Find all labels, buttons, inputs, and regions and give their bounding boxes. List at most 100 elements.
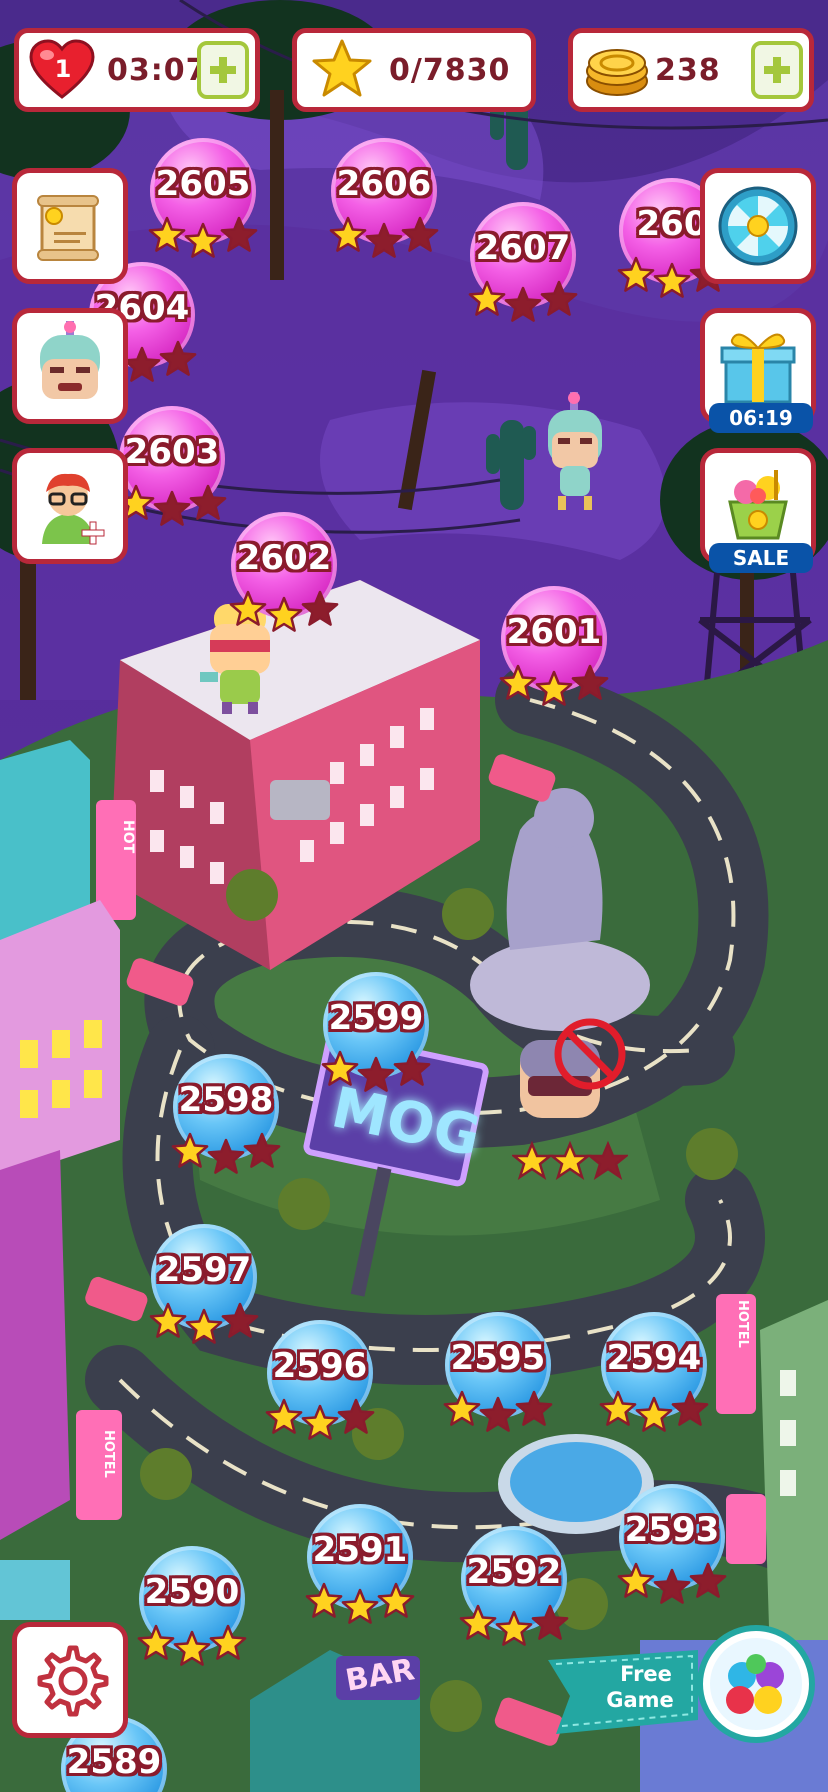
empty-star-icon	[671, 1390, 709, 1426]
scroll-icon	[37, 195, 99, 261]
empty-star-icon	[479, 1396, 517, 1432]
sale-badge: SALE	[709, 543, 813, 573]
level-node-2603[interactable]: 2603	[114, 406, 230, 536]
level-node-2598[interactable]: 2598	[168, 1054, 284, 1184]
level-stars	[229, 590, 339, 632]
quest-scroll-button[interactable]	[12, 168, 128, 284]
level-number: 2607	[475, 228, 571, 268]
level-number: 2589	[66, 1742, 162, 1782]
level-stars	[499, 664, 609, 706]
empty-star-icon	[189, 484, 227, 520]
earned-star-icon	[495, 1610, 533, 1646]
empty-star-icon	[153, 490, 191, 526]
level-number: 2594	[606, 1338, 702, 1378]
coins-panel: 238	[568, 28, 814, 112]
level-stars	[149, 1302, 259, 1344]
gift-timer-badge: 06:19	[709, 403, 813, 433]
level-number: 2597	[156, 1250, 252, 1290]
empty-star-icon	[504, 286, 542, 322]
level-number: 2590	[144, 1572, 240, 1612]
earned-star-icon	[149, 1302, 187, 1338]
level-node-2601[interactable]: 2601	[496, 586, 612, 716]
boss-star-3	[586, 1140, 628, 1180]
level-node-2593[interactable]: 2593	[614, 1484, 730, 1614]
earned-star-icon	[171, 1132, 209, 1168]
level-number: 2598	[178, 1080, 274, 1120]
earned-star-icon	[301, 1404, 339, 1440]
earned-star-icon	[137, 1624, 175, 1660]
invite-friend-button[interactable]	[12, 448, 128, 564]
gift-icon	[720, 333, 796, 404]
level-stars	[599, 1390, 709, 1432]
earned-star-icon	[185, 1308, 223, 1344]
empty-star-icon	[207, 1138, 245, 1174]
earned-star-icon	[653, 262, 691, 298]
earned-star-icon	[635, 1396, 673, 1432]
gear-icon	[37, 1645, 109, 1717]
level-number: 2605	[155, 164, 251, 204]
daily-gift-button[interactable]: 06:19	[700, 308, 816, 433]
level-node-2605[interactable]: 2605	[145, 138, 261, 268]
level-stars	[468, 280, 578, 322]
boss-icon	[40, 321, 100, 399]
empty-star-icon	[337, 1398, 375, 1434]
level-number: 2599	[328, 998, 424, 1038]
level-node-2594[interactable]: 2594	[596, 1312, 712, 1442]
earned-star-icon	[535, 670, 573, 706]
level-node-2599[interactable]: 2599	[318, 972, 434, 1102]
level-number: 2595	[450, 1338, 546, 1378]
level-node-2591[interactable]: 2591	[302, 1504, 418, 1634]
robot-character[interactable]	[540, 392, 610, 512]
boss-star-2	[548, 1140, 592, 1180]
earned-star-icon	[329, 216, 367, 252]
earned-star-icon	[209, 1624, 247, 1660]
boss-button[interactable]	[12, 308, 128, 424]
plus-icon	[764, 57, 790, 83]
level-map[interactable]: MOG BAR HOTEL HOTEL HOT 2605 2606 2607 260 2…	[0, 0, 828, 1792]
level-stars	[137, 1624, 247, 1666]
level-stars	[321, 1050, 431, 1092]
coins-count: 238	[655, 52, 721, 88]
add-coins-button[interactable]	[751, 41, 803, 99]
earned-star-icon	[184, 222, 222, 258]
earned-star-icon	[148, 216, 186, 252]
earned-star-icon	[499, 664, 537, 700]
earned-star-icon	[599, 1390, 637, 1426]
add-lives-button[interactable]	[197, 41, 249, 99]
empty-star-icon	[220, 216, 258, 252]
level-number: 2591	[312, 1530, 408, 1570]
empty-star-icon	[159, 340, 197, 376]
level-node-2595[interactable]: 2595	[440, 1312, 556, 1442]
add-friend-icon	[42, 473, 105, 545]
earned-star-icon	[265, 1398, 303, 1434]
empty-star-icon	[653, 1568, 691, 1604]
level-node-2607[interactable]: 2607	[465, 202, 581, 332]
empty-star-icon	[571, 664, 609, 700]
level-node-2597[interactable]: 2597	[146, 1224, 262, 1354]
level-node-2602[interactable]: 2602	[226, 512, 342, 642]
earned-star-icon	[617, 1562, 655, 1598]
empty-star-icon	[393, 1050, 431, 1086]
level-stars	[617, 1562, 727, 1604]
shop-button[interactable]: SALE	[700, 448, 816, 573]
level-stars	[148, 216, 258, 258]
level-number: 2602	[236, 538, 332, 578]
level-stars	[329, 216, 439, 258]
earned-star-icon	[377, 1582, 415, 1618]
shop-basket-icon	[728, 470, 788, 540]
level-stars	[117, 484, 227, 526]
stars-count: 0/7830	[389, 52, 511, 88]
empty-star-icon	[365, 222, 403, 258]
hot-sign: HOT	[120, 820, 136, 854]
settings-button[interactable]	[12, 1622, 128, 1738]
level-node-2596[interactable]: 2596	[262, 1320, 378, 1450]
coins-icon	[586, 49, 648, 96]
level-node-2606[interactable]: 2606	[326, 138, 442, 268]
level-node-2590[interactable]: 2590	[134, 1546, 250, 1676]
empty-star-icon	[221, 1302, 259, 1338]
level-number: 2592	[466, 1552, 562, 1592]
lucky-wheel-button[interactable]	[700, 168, 816, 284]
blocked-boss-character[interactable]	[516, 1018, 626, 1128]
free-game-button[interactable]: Free Game	[548, 1624, 828, 1792]
lives-panel: 1 03:07	[14, 28, 260, 112]
